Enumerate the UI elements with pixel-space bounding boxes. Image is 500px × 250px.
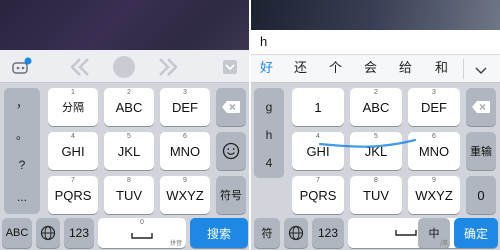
chinese-english-toggle[interactable]: 中 /英 — [418, 218, 450, 248]
pinyin-option[interactable]: 4 — [254, 156, 284, 170]
candidate-item[interactable]: 和 — [435, 55, 448, 83]
globe-icon — [40, 225, 56, 241]
emoji-icon — [222, 142, 240, 160]
numeric-switch-button[interactable]: 123 — [64, 218, 94, 248]
candidate-item[interactable]: 个 — [329, 55, 342, 83]
keypad: g h 4 1 2 ABC 3 DEF 4 GHI 5 JKL 6 MNO 重输… — [250, 84, 500, 250]
key-2-abc[interactable]: 2 ABC — [350, 88, 402, 126]
keyboard-toolbar — [0, 50, 250, 83]
search-button[interactable]: 搜索 — [190, 218, 248, 248]
keyboard-panel-right: h 好 还 个 会 给 和 g h 4 1 2 ABC 3 DEF 4 GHI … — [250, 0, 500, 250]
key-3-def[interactable]: 3 DEF — [160, 88, 210, 126]
composition-bar: h — [250, 30, 500, 55]
wallpaper — [0, 0, 250, 50]
composition-text: h — [260, 34, 268, 49]
key-7-pqrs[interactable]: 7 PQRS — [292, 176, 344, 214]
key-2-abc[interactable]: 2 ABC — [104, 88, 154, 126]
key-9-wxyz[interactable]: 9 WXYZ — [160, 176, 210, 214]
wallpaper — [250, 0, 500, 30]
candidate-item[interactable]: 会 — [364, 55, 377, 83]
punct-period[interactable]: 。 — [4, 126, 40, 143]
key-1[interactable]: 1 — [292, 88, 344, 126]
key-5-jkl[interactable]: 5 JKL — [350, 132, 402, 170]
backspace-icon — [222, 101, 240, 113]
confirm-button[interactable]: 确定 — [454, 218, 498, 248]
pinyin-option[interactable]: g — [254, 100, 284, 114]
chevron-left-icon[interactable] — [66, 50, 96, 88]
key-4-ghi[interactable]: 4 GHI — [292, 132, 344, 170]
chevron-right-icon[interactable] — [152, 50, 182, 88]
key-6-mno[interactable]: 6 MNO — [408, 132, 460, 170]
key-9-wxyz[interactable]: 9 WXYZ — [408, 176, 460, 214]
punctuation-column[interactable]: ， 。 ? ... — [4, 88, 40, 214]
expand-candidates-icon[interactable] — [474, 62, 488, 81]
space-icon — [131, 233, 153, 239]
candidate-bar: 好 还 个 会 给 和 — [250, 55, 500, 83]
key-1-separator[interactable]: 1 分隔 — [48, 88, 98, 126]
backspace-button[interactable] — [216, 88, 246, 126]
candidate-item[interactable]: 还 — [294, 55, 307, 83]
globe-button[interactable] — [36, 218, 60, 248]
symbol-button[interactable]: 符号 — [216, 176, 246, 214]
candidate-divider — [463, 59, 464, 79]
key-0[interactable]: 0 — [466, 176, 496, 214]
key-3-def[interactable]: 3 DEF — [408, 88, 460, 126]
key-5-jkl[interactable]: 5 JKL — [104, 132, 154, 170]
space-bar[interactable]: 0 拼音 — [98, 218, 186, 248]
space-icon — [395, 230, 417, 236]
panel-divider — [249, 0, 251, 250]
backspace-icon — [472, 101, 490, 113]
retype-button[interactable]: 重输 — [466, 132, 496, 170]
key-6-mno[interactable]: 6 MNO — [160, 132, 210, 170]
emoji-button[interactable] — [216, 132, 246, 170]
punct-comma[interactable]: ， — [4, 94, 40, 111]
punct-ellipsis[interactable]: ... — [4, 190, 40, 204]
key-4-ghi[interactable]: 4 GHI — [48, 132, 98, 170]
globe-icon — [288, 225, 304, 241]
pinyin-column[interactable]: g h 4 — [254, 88, 284, 178]
punct-question[interactable]: ? — [4, 158, 40, 172]
candidate-item[interactable]: 好 — [260, 55, 273, 83]
key-8-tuv[interactable]: 8 TUV — [350, 176, 402, 214]
key-8-tuv[interactable]: 8 TUV — [104, 176, 154, 214]
key-7-pqrs[interactable]: 7 PQRS — [48, 176, 98, 214]
numeric-switch-button[interactable]: 123 — [312, 218, 344, 248]
abc-switch-button[interactable]: ABC — [2, 218, 32, 248]
candidate-item[interactable]: 给 — [399, 55, 412, 83]
keypad: ， 。 ? ... 1 分隔 2 ABC 3 DEF 4 GHI 5 JKL 6… — [0, 84, 250, 250]
pinyin-option[interactable]: h — [254, 128, 284, 142]
collapse-icon[interactable] — [222, 50, 238, 85]
symbol-button[interactable]: 符 — [254, 218, 280, 248]
keyboard-panel-left: ， 。 ? ... 1 分隔 2 ABC 3 DEF 4 GHI 5 JKL 6… — [0, 0, 250, 250]
backspace-button[interactable] — [466, 88, 496, 126]
globe-button[interactable] — [284, 218, 308, 248]
